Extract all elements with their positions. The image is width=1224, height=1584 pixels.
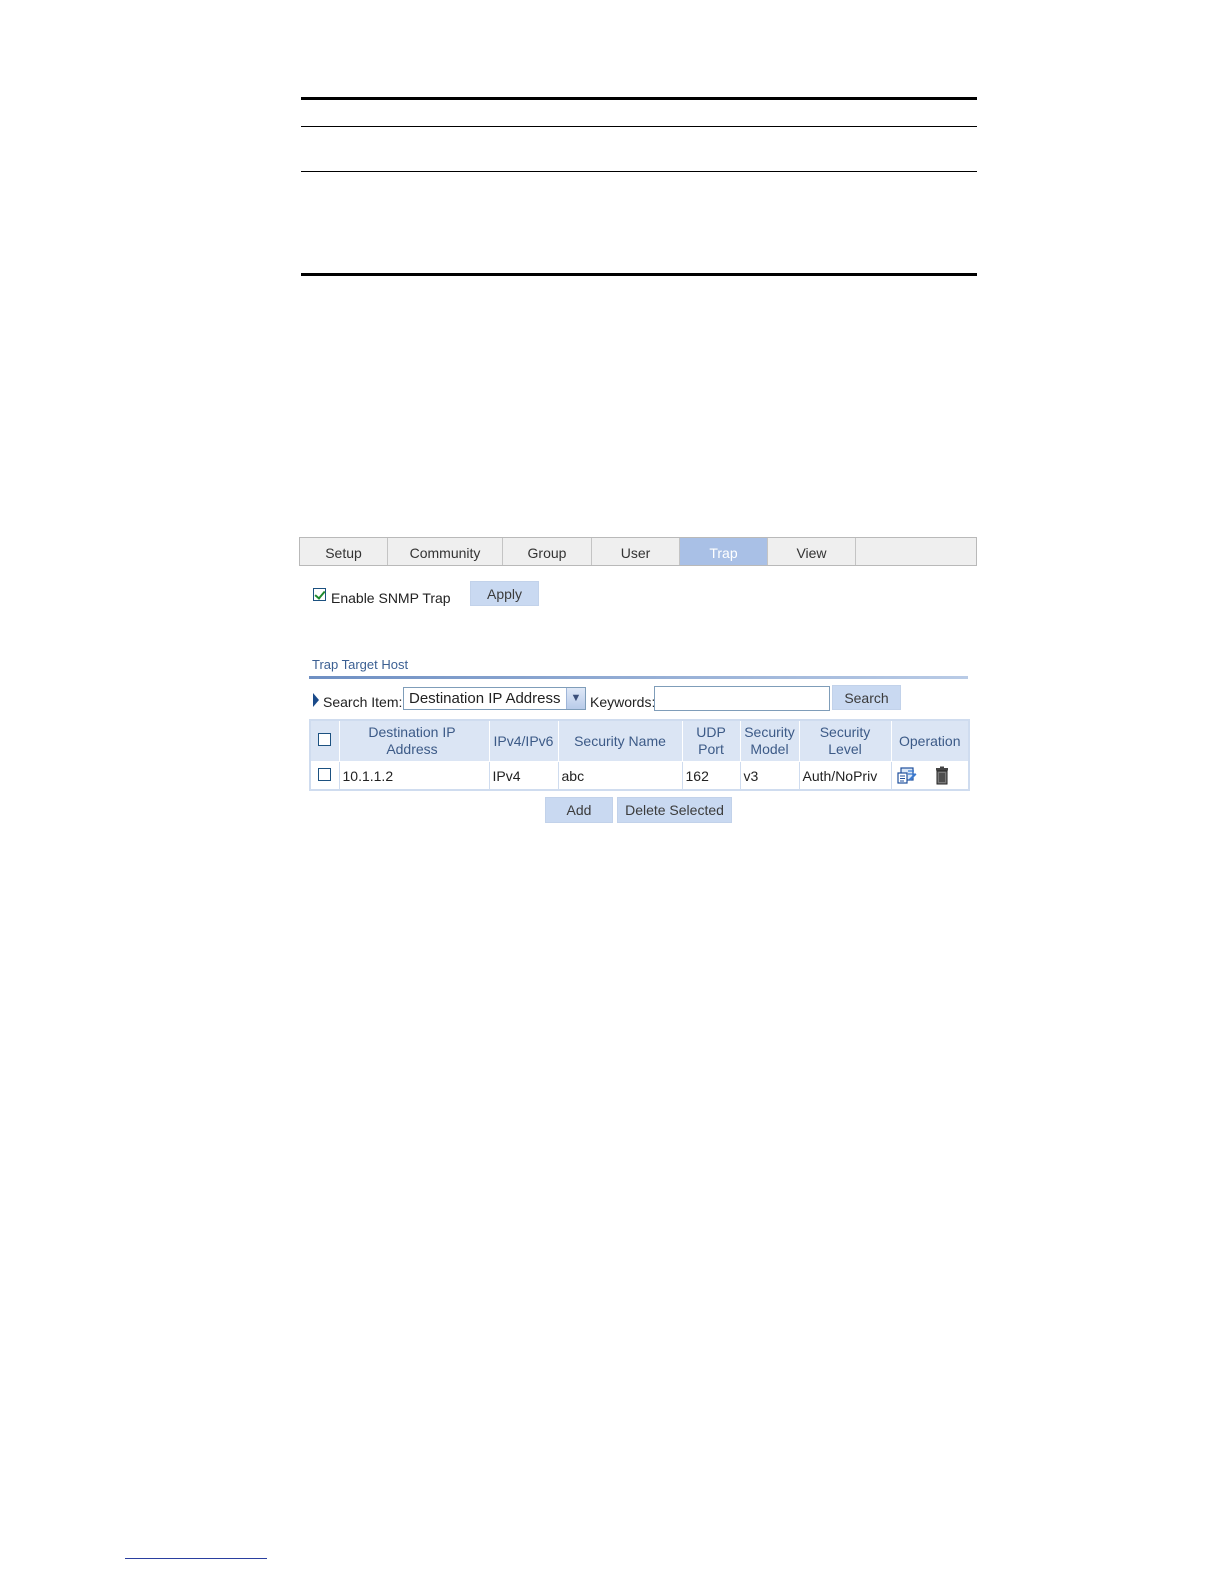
header-security-model[interactable]: Security Model: [739, 719, 800, 762]
edit-icon[interactable]: [896, 766, 917, 785]
section-divider: [309, 676, 968, 679]
select-all-header: [309, 719, 340, 762]
tab-trap[interactable]: Trap: [680, 538, 768, 565]
add-button[interactable]: Add: [545, 797, 613, 823]
keywords-label: Keywords:: [590, 694, 656, 710]
trap-target-host-table: Destination IP Address IPv4/IPv6 Securit…: [309, 719, 970, 791]
header-security-level[interactable]: Security Level: [798, 719, 892, 762]
middle-rule: [301, 171, 977, 172]
enable-snmp-trap-row: Enable SNMP Trap: [313, 581, 451, 607]
footnote-rule: [125, 1558, 267, 1559]
enable-snmp-trap-checkbox[interactable]: [313, 587, 326, 601]
trash-icon[interactable]: [935, 766, 949, 785]
header-operation: Operation: [890, 719, 970, 762]
cell-operation: [890, 761, 970, 791]
header-destination-ip[interactable]: Destination IP Address: [338, 719, 490, 762]
header-ipv4-ipv6[interactable]: IPv4/IPv6: [488, 719, 559, 762]
table-header-row: Destination IP Address IPv4/IPv6 Securit…: [309, 719, 970, 762]
header-udp-port[interactable]: UDP Port: [681, 719, 741, 762]
cell-security-model: v3: [739, 761, 800, 791]
top-rule-thick: [301, 97, 977, 100]
enable-snmp-trap-label: Enable SNMP Trap: [331, 590, 451, 606]
delete-selected-button[interactable]: Delete Selected: [617, 797, 732, 823]
select-all-checkbox[interactable]: [318, 732, 332, 746]
row-select-cell: [309, 761, 340, 791]
chevron-down-icon[interactable]: ▼: [566, 688, 585, 709]
tab-bar-filler: [856, 538, 976, 565]
bottom-rule-thick: [301, 273, 977, 276]
search-item-select[interactable]: Destination IP Address ▼: [403, 687, 586, 710]
cell-security-level: Auth/NoPriv: [798, 761, 892, 791]
apply-button[interactable]: Apply: [470, 581, 539, 606]
tab-group[interactable]: Group: [503, 538, 592, 565]
snmp-tab-bar: Setup Community Group User Trap View: [299, 537, 977, 566]
header-rule: [301, 126, 977, 127]
section-title: Trap Target Host: [312, 657, 409, 672]
table-row: 10.1.1.2 IPv4 abc 162 v3 Auth/NoPriv: [309, 761, 970, 791]
cell-destination-ip: 10.1.1.2: [338, 761, 490, 791]
row-select-checkbox[interactable]: [318, 767, 332, 781]
cell-udp-port: 162: [681, 761, 741, 791]
search-button[interactable]: Search: [832, 685, 901, 710]
cell-security-name: abc: [557, 761, 683, 791]
tab-community[interactable]: Community: [388, 538, 503, 565]
cell-ip-version: IPv4: [488, 761, 559, 791]
search-item-selected-value: Destination IP Address: [409, 690, 561, 707]
header-security-name[interactable]: Security Name: [557, 719, 683, 762]
tab-view[interactable]: View: [768, 538, 856, 565]
tab-setup[interactable]: Setup: [300, 538, 388, 565]
search-item-label: Search Item:: [323, 694, 403, 710]
keywords-input[interactable]: [654, 686, 830, 711]
tab-user[interactable]: User: [592, 538, 680, 565]
triangle-right-icon: [313, 693, 319, 707]
